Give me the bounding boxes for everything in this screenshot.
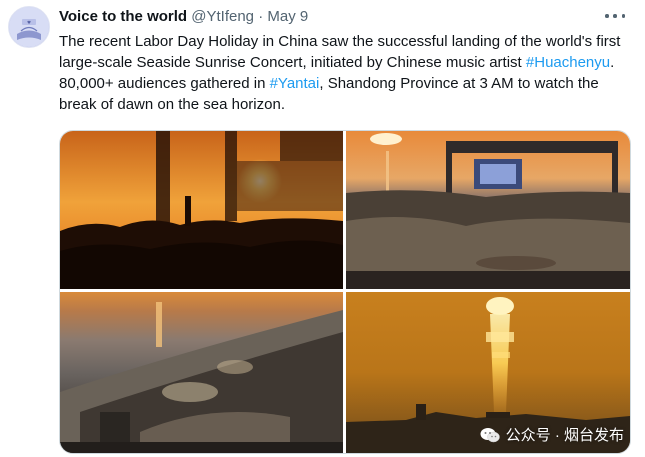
media-grid: 公众号 · 烟台发布 [59,130,631,454]
more-dots-icon[interactable] [605,9,625,23]
wechat-icon [480,427,500,442]
author-handle[interactable]: @YtIfeng [191,8,254,25]
concert-crowd-sunrise-photo[interactable] [60,131,343,289]
aerial-beach-concert-photo[interactable] [60,292,343,453]
svg-text:♥: ♥ [27,20,31,26]
avatar-image: ♥ [9,7,49,47]
separator: · [258,8,264,25]
hashtag-yantai[interactable]: #Yantai [270,75,320,92]
tweet-text: The recent Labor Day Holiday in China sa… [59,31,637,115]
tweet-date[interactable]: May 9 [267,8,308,25]
tweet-header: Voice to the world @YtIfeng · May 9 [59,7,308,26]
watermark: 公众号 · 烟台发布 [480,424,624,445]
concert-stage-sea-photo[interactable] [346,131,630,289]
author-name[interactable]: Voice to the world [59,8,187,25]
hashtag-huachenyu[interactable]: #Huachenyu [526,54,610,71]
tweet[interactable]: ♥ Voice to the world @YtIfeng · May 9 Th… [0,0,645,457]
watermark-text: 公众号 · 烟台发布 [505,427,624,444]
avatar[interactable]: ♥ [8,6,50,48]
